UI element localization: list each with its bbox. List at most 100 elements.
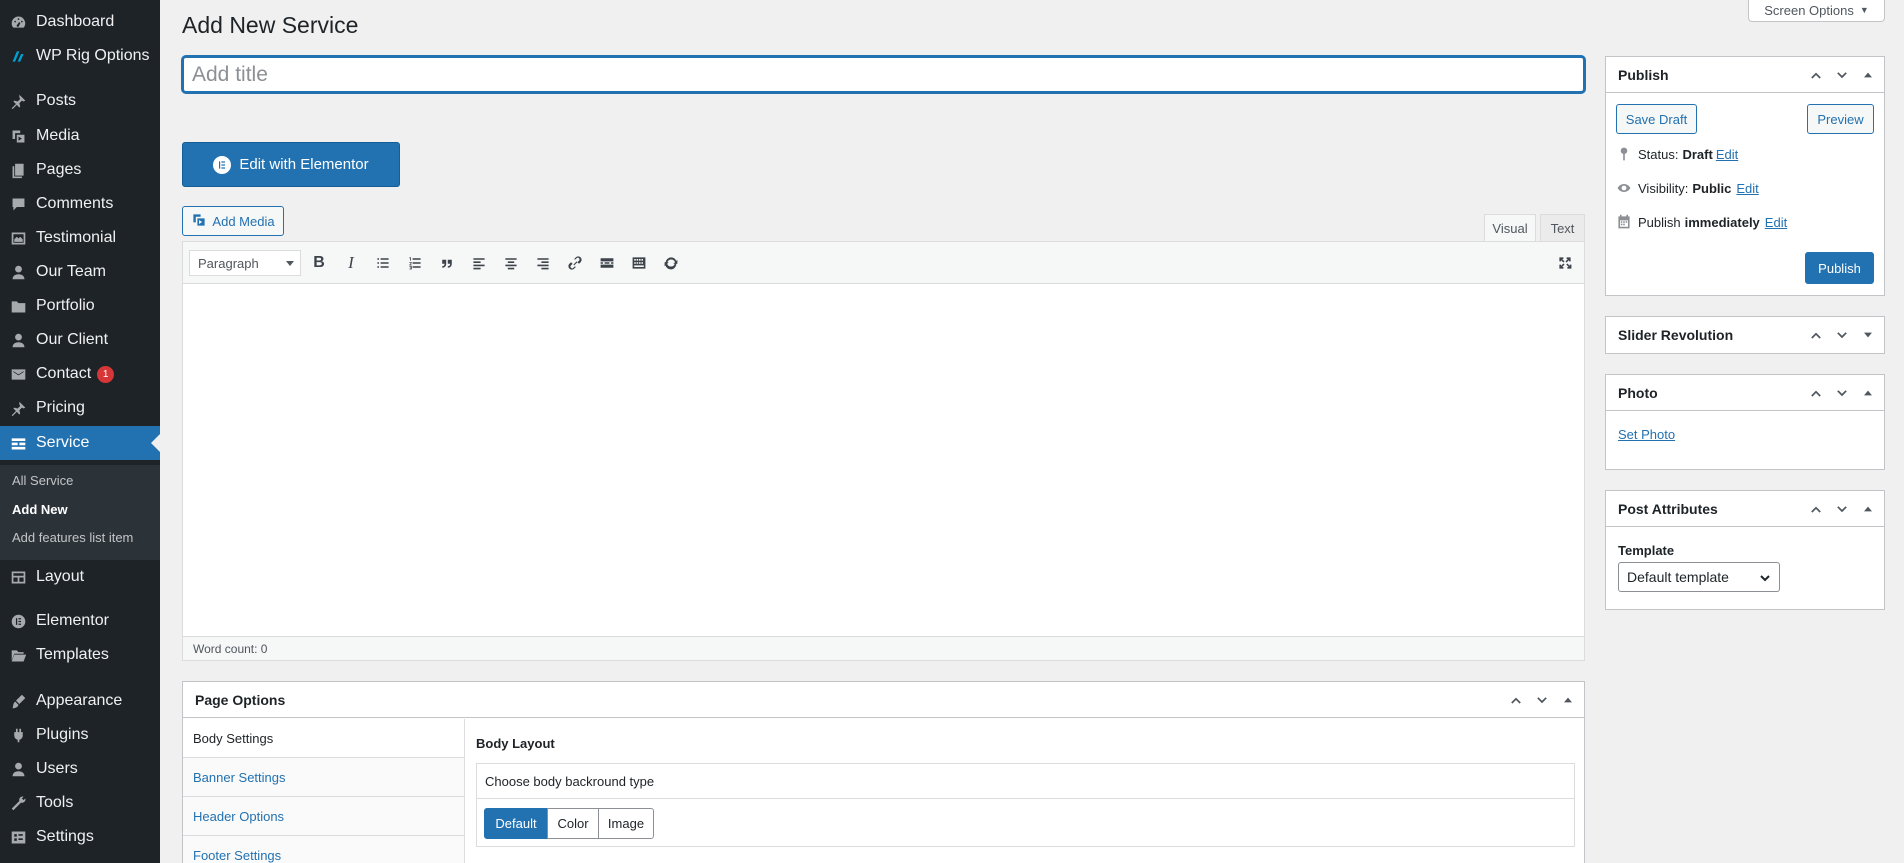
bg-option-color[interactable]: Color [547,808,599,839]
sidebar-item-label: Pricing [36,399,85,416]
expand-arrow-icon[interactable] [1860,327,1876,343]
person-icon [0,332,36,349]
chevron-down-icon[interactable] [1834,67,1850,83]
sidebar-item-contact[interactable]: Contact 1 [0,357,160,391]
chevron-down-icon [1760,575,1770,582]
align-center-button[interactable] [499,252,523,274]
chevron-up-icon[interactable] [1808,501,1824,517]
status-value: Draft [1682,146,1713,162]
sidebar-item-media[interactable]: Media [0,119,160,153]
numbered-list-button[interactable] [403,252,427,274]
sidebar-item-wp-rig-options[interactable]: WP Rig Options [0,39,160,73]
read-more-button[interactable] [595,252,619,274]
collapse-arrow-icon[interactable] [1560,692,1576,708]
sidebar-item-label: Plugins [36,726,89,743]
photo-box: Photo Set Photo [1605,374,1885,470]
chevron-up-icon[interactable] [1808,327,1824,343]
submenu-add-new[interactable]: Add New [12,502,68,517]
collapse-arrow-icon[interactable] [1860,67,1876,83]
sidebar-item-pricing[interactable]: Pricing [0,391,160,425]
elementor-icon [0,613,36,630]
bulleted-list-button[interactable] [371,252,395,274]
sidebar-item-service[interactable]: Service [0,426,160,460]
add-media-icon [191,212,207,231]
bold-button[interactable]: B [307,252,331,274]
editor-content-area[interactable] [183,284,1584,637]
background-type-label: Choose body backround type [477,764,1574,799]
pin-icon [1620,147,1628,161]
slider-revolution-header: Slider Revolution [1606,317,1884,353]
blockquote-button[interactable] [435,252,459,274]
chevron-down-icon[interactable] [1834,385,1850,401]
sidebar-item-dashboard[interactable]: Dashboard [0,5,160,39]
sidebar-item-layout[interactable]: Layout [0,560,160,594]
sidebar-item-label: Dashboard [36,13,115,30]
chevron-up-icon[interactable] [1808,385,1824,401]
submenu-all-service[interactable]: All Service [12,473,73,488]
post-title-input[interactable] [182,56,1585,93]
sidebar-item-templates[interactable]: Templates [0,638,160,672]
edit-visibility-link[interactable]: Edit [1736,181,1758,196]
sidebar-item-posts[interactable]: Posts [0,84,160,118]
save-draft-button[interactable]: Save Draft [1616,104,1697,134]
sidebar-item-our-client[interactable]: Our Client [0,323,160,357]
sidebar-item-our-team[interactable]: Our Team [0,255,160,289]
sidebar-item-testimonial[interactable]: Testimonial [0,221,160,255]
sidebar-item-comments[interactable]: Comments [0,187,160,221]
service-submenu: All Service Add New Add features list it… [0,465,160,560]
sidebar-item-tools[interactable]: Tools [0,786,160,820]
sidebar-item-users[interactable]: Users [0,752,160,786]
refresh-button[interactable] [659,252,683,274]
toolbar-toggle-button[interactable] [627,252,651,274]
fullscreen-button[interactable] [1553,252,1577,274]
publish-label: Publish [1638,214,1681,230]
insert-link-button[interactable] [563,252,587,274]
chevron-up-icon[interactable] [1808,67,1824,83]
sidebar-item-label: Elementor [36,612,109,629]
nav-footer-settings[interactable]: Footer Settings [183,836,464,863]
sidebar-item-portfolio[interactable]: Portfolio [0,289,160,323]
nav-banner-settings[interactable]: Banner Settings [183,758,464,797]
chevron-down-icon[interactable] [1534,692,1550,708]
sidebar-item-label: Our Client [36,331,109,348]
screen-options-button[interactable]: Screen Options ▼ [1748,0,1885,22]
box-controls [1808,501,1876,517]
nav-header-options[interactable]: Header Options [183,797,464,836]
tab-text[interactable]: Text [1540,214,1585,242]
sidebar-item-appearance[interactable]: Appearance [0,684,160,718]
set-photo-link[interactable]: Set Photo [1618,427,1675,442]
sidebar-item-settings[interactable]: Settings [0,820,160,854]
template-select[interactable]: Default template [1618,562,1780,592]
bg-option-image[interactable]: Image [598,808,654,839]
chevron-down-icon[interactable] [1834,327,1850,343]
box-controls [1808,385,1876,401]
edit-publish-time-link[interactable]: Edit [1765,215,1787,230]
align-right-button[interactable] [531,252,555,274]
italic-button[interactable]: I [339,252,363,274]
sidebar-item-label: Users [36,760,78,777]
sidebar-item-pages[interactable]: Pages [0,153,160,187]
nav-body-settings[interactable]: Body Settings [183,719,464,758]
service-icon [0,435,36,452]
sidebar-item-label: Layout [36,568,85,585]
align-left-button[interactable] [467,252,491,274]
chevron-down-icon[interactable] [1834,501,1850,517]
edit-with-elementor-button[interactable]: Edit with Elementor [182,142,400,187]
tab-visual[interactable]: Visual [1484,214,1536,242]
calendar-icon [1618,214,1630,229]
publish-box-header: Publish [1606,57,1884,93]
edit-status-link[interactable]: Edit [1716,147,1738,162]
submenu-add-features-list-item[interactable]: Add features list item [12,530,133,545]
chevron-up-icon[interactable] [1508,692,1524,708]
background-type-box: Choose body backround type Default Color… [476,763,1575,847]
collapse-arrow-icon[interactable] [1860,501,1876,517]
format-select[interactable]: Paragraph [189,250,301,276]
collapse-arrow-icon[interactable] [1860,385,1876,401]
publish-button[interactable]: Publish [1805,252,1874,284]
bg-option-default[interactable]: Default [484,808,548,839]
preview-button[interactable]: Preview [1807,104,1874,134]
sidebar-item-elementor[interactable]: Elementor [0,604,160,638]
sidebar-item-label: Portfolio [36,297,95,314]
add-media-button[interactable]: Add Media [182,206,284,236]
sidebar-item-plugins[interactable]: Plugins [0,718,160,752]
